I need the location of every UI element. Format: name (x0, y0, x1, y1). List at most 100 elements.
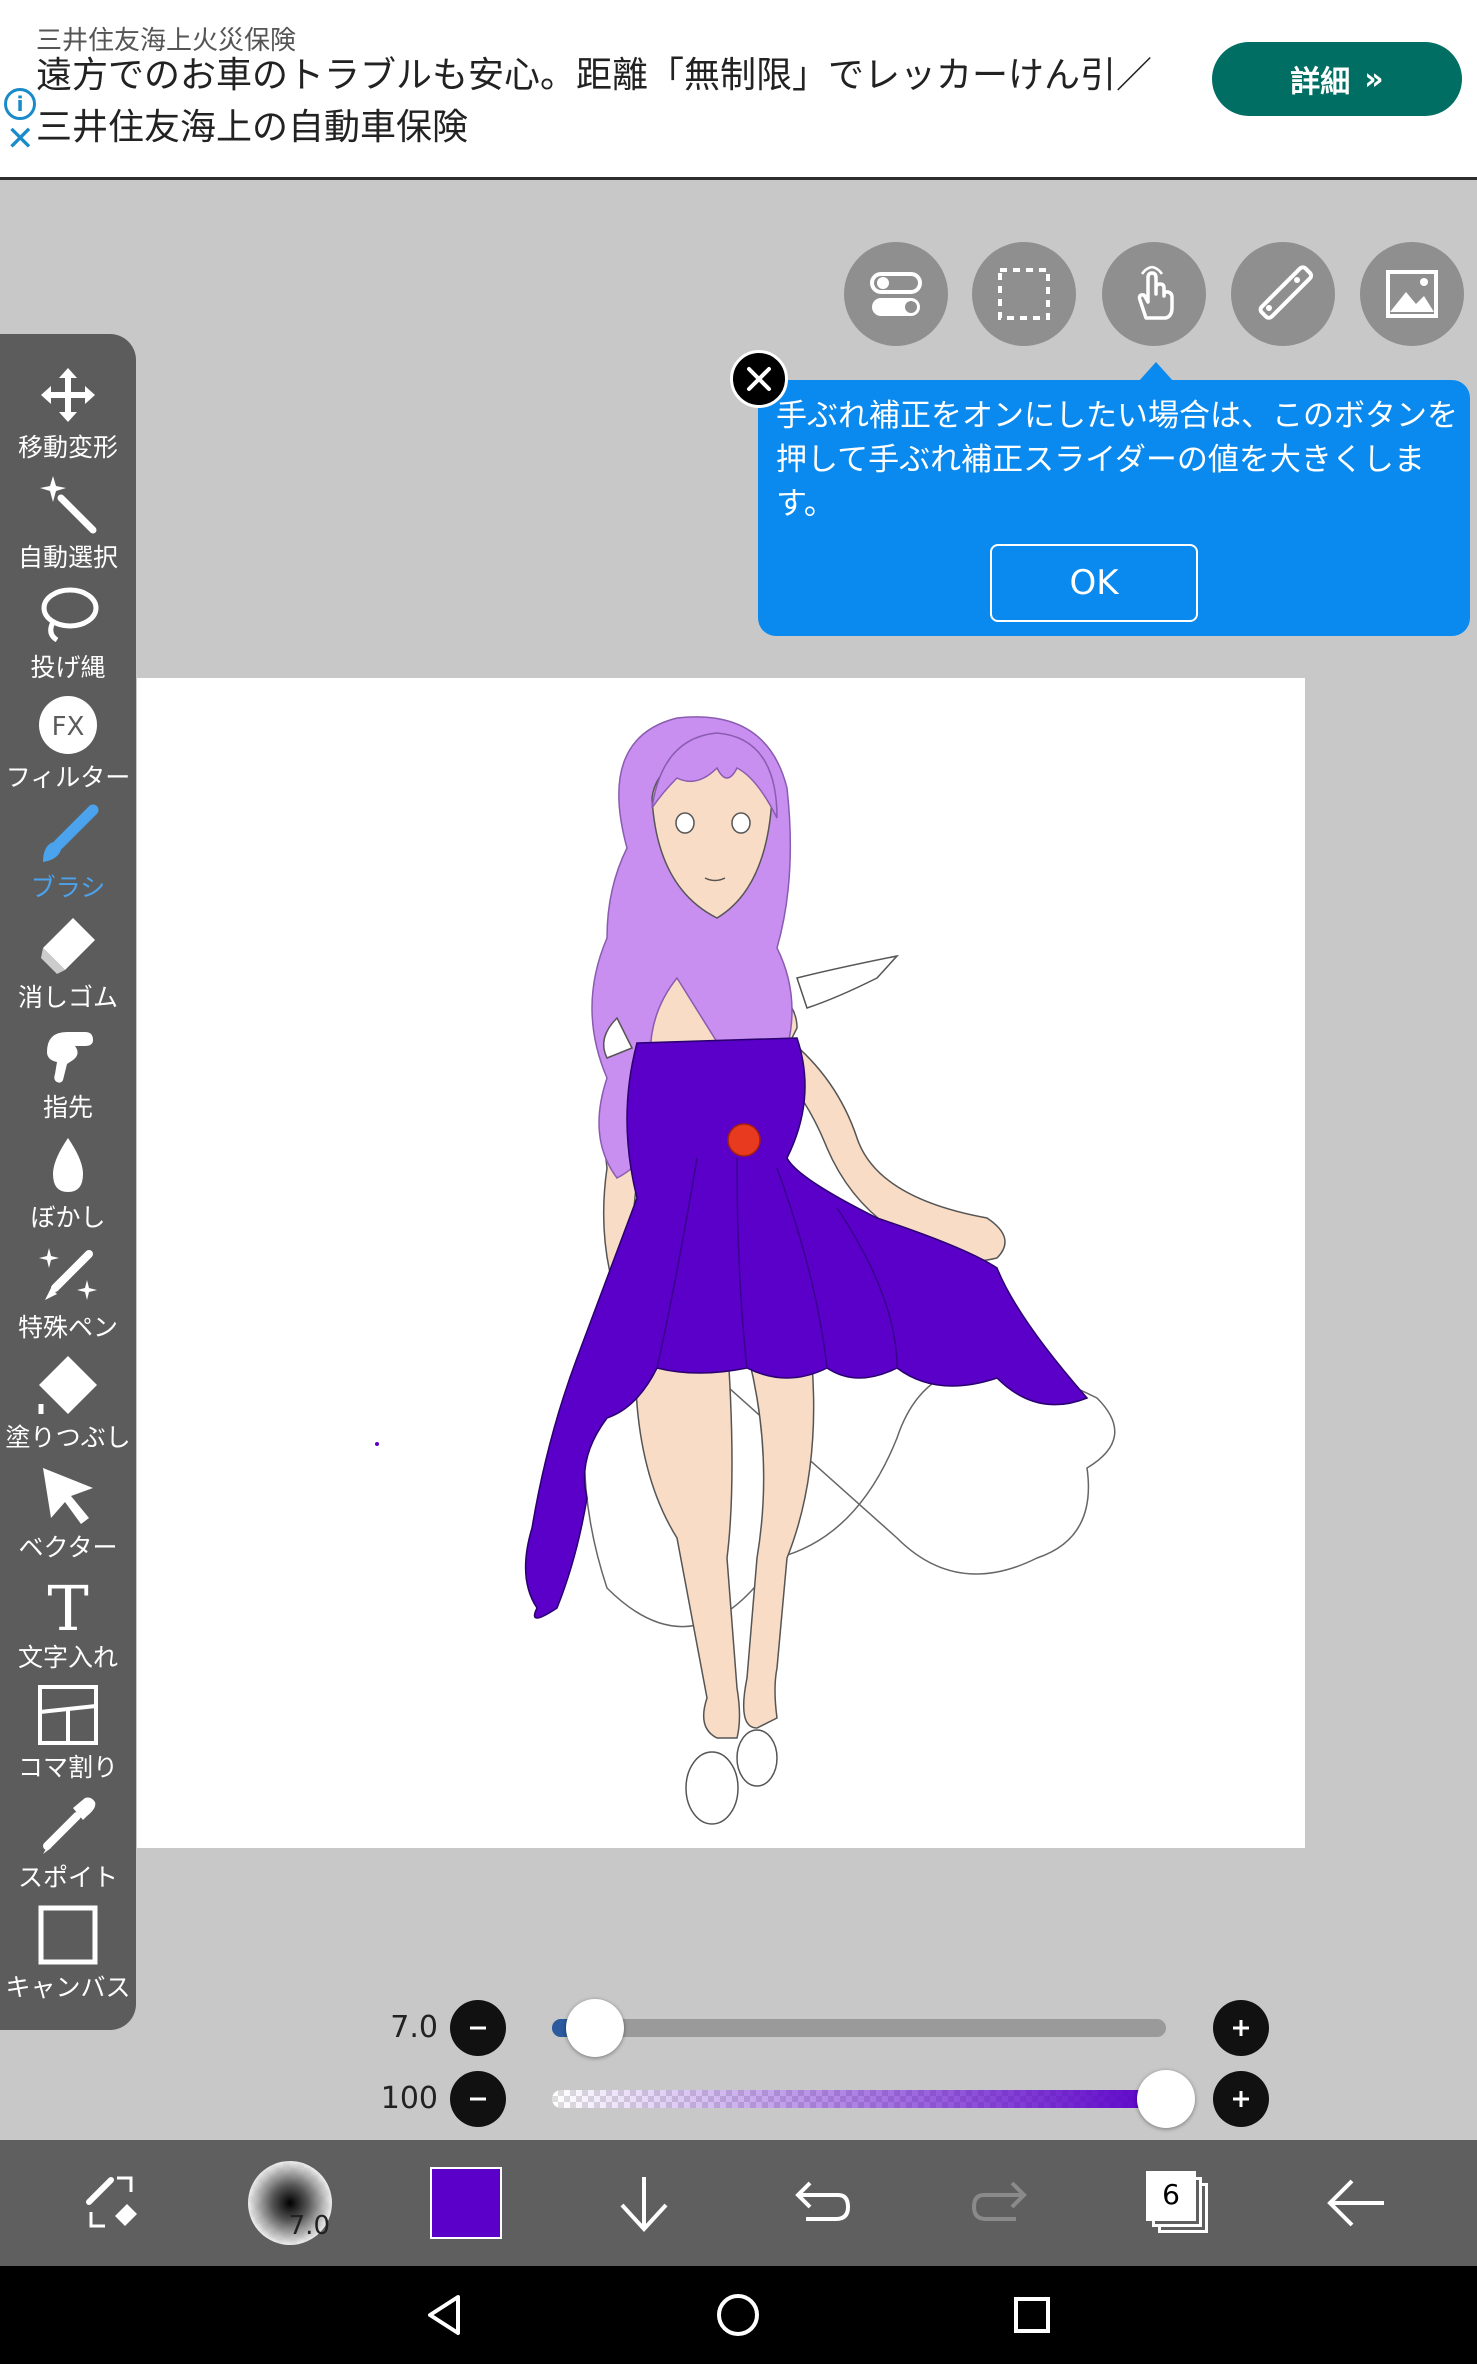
tool-filter[interactable]: FX フィルター (0, 688, 136, 798)
brush-preview-icon: 7.0 (248, 2161, 332, 2245)
drawing-canvas[interactable] (137, 678, 1305, 1848)
back-icon (1327, 2179, 1384, 2227)
circle-home-icon (717, 2294, 759, 2336)
undo-button[interactable] (762, 2140, 882, 2266)
info-icon[interactable]: i (4, 88, 36, 120)
opacity-slider[interactable] (552, 2090, 1166, 2108)
brush-size-slider[interactable] (552, 2019, 1166, 2037)
ad-banner[interactable]: 三井住友海上火災保険 遠方でのお車のトラブルも安心。距離「無制限」でレッカーけん… (0, 0, 1477, 180)
blur-icon (34, 1134, 102, 1196)
redo-button[interactable] (940, 2140, 1060, 2266)
hand-tool-button[interactable] (1102, 242, 1206, 346)
save-down-button[interactable] (584, 2140, 704, 2266)
ad-detail-button[interactable]: 詳細 » (1212, 42, 1462, 116)
tool-label: スポイト (17, 1863, 118, 1892)
nav-back-button[interactable] (384, 2266, 504, 2364)
opacity-increase-button[interactable] (1213, 2071, 1269, 2127)
tooltip-close-button[interactable] (730, 350, 788, 408)
layer-count: 6 (1146, 2171, 1196, 2221)
tool-lasso[interactable]: 投げ縄 (0, 578, 136, 688)
brush-size-knob[interactable] (565, 1999, 624, 2057)
color-button[interactable] (406, 2140, 526, 2266)
minus-icon (470, 2026, 486, 2030)
tool-finger[interactable]: 指先 (0, 1018, 136, 1128)
tool-label: 塗りつぶし (5, 1423, 131, 1452)
tool-eyedropper[interactable]: スポイト (0, 1788, 136, 1898)
double-chevron-right-icon: » (1364, 61, 1384, 97)
plus-icon (1233, 2091, 1249, 2107)
tool-fill[interactable]: 塗りつぶし (0, 1348, 136, 1458)
tool-vector[interactable]: ベクター (0, 1458, 136, 1568)
tool-label: フィルター (5, 763, 131, 792)
tool-label: キャンバス (5, 1973, 131, 2002)
close-icon[interactable]: ✕ (6, 122, 35, 156)
vector-icon (34, 1464, 102, 1526)
tool-label: ブラシ (30, 873, 106, 902)
tool-text[interactable]: T 文字入れ (0, 1568, 136, 1678)
brush-icon (34, 804, 102, 866)
brush-preview-button[interactable]: 7.0 (230, 2140, 350, 2266)
tool-special-pen[interactable]: 特殊ペン (0, 1238, 136, 1348)
tool-canvas[interactable]: キャンバス (0, 1898, 136, 2008)
swap-tool-button[interactable] (52, 2140, 172, 2266)
back-button[interactable] (1296, 2140, 1416, 2266)
brush-size-value: 7.0 (390, 2010, 438, 2045)
ruler-button[interactable] (1231, 242, 1335, 346)
tool-auto-select[interactable]: 自動選択 (0, 468, 136, 578)
tool-label: 特殊ペン (17, 1313, 118, 1342)
material-button[interactable] (1360, 242, 1464, 346)
fx-icon: FX (34, 694, 102, 756)
character-artwork (375, 716, 1116, 1825)
ad-detail-label: 詳細 (1290, 65, 1351, 100)
ad-headline[interactable]: 遠方でのお車のトラブルも安心。距離「無制限」でレッカーけん引／三井住友海上の自動… (36, 50, 1186, 154)
stabilizer-toggle-icon (870, 272, 922, 316)
ruler-icon (1258, 265, 1313, 320)
tool-frame-divider[interactable]: コマ割り (0, 1678, 136, 1788)
layers-icon: 6 (1146, 2171, 1210, 2235)
selection-icon (998, 268, 1050, 320)
opacity-fill (552, 2090, 1166, 2108)
fill-icon (34, 1354, 102, 1416)
canvas-icon (34, 1904, 102, 1966)
tool-brush[interactable]: ブラシ (0, 798, 136, 908)
stabilizer-tooltip: 手ぶれ補正をオンにしたい場合は、このボタンを押して手ぶれ補正スライダーの値を大き… (758, 362, 1470, 636)
special-pen-icon (34, 1244, 102, 1306)
size-increase-button[interactable] (1213, 2000, 1269, 2056)
plus-icon (1233, 2020, 1249, 2036)
tool-label: ぼかし (30, 1203, 106, 1232)
frame-divider-icon (34, 1684, 102, 1746)
nav-recents-button[interactable] (972, 2266, 1092, 2364)
tool-label: 消しゴム (17, 983, 118, 1012)
selection-button[interactable] (972, 242, 1076, 346)
tooltip-ok-button[interactable]: OK (990, 544, 1198, 622)
tool-eraser[interactable]: 消しゴム (0, 908, 136, 1018)
swap-tool-icon (86, 2176, 137, 2228)
svg-text:FX: FX (52, 712, 85, 742)
size-decrease-button[interactable] (450, 2000, 506, 2056)
opacity-knob[interactable] (1137, 2070, 1195, 2128)
tool-label: コマ割り (17, 1753, 118, 1782)
eyedropper-icon (34, 1794, 102, 1856)
opacity-decrease-button[interactable] (450, 2071, 506, 2127)
opacity-value: 100 (380, 2081, 438, 2116)
svg-text:T: T (47, 1574, 88, 1636)
tool-blur[interactable]: ぼかし (0, 1128, 136, 1238)
eraser-icon (34, 914, 102, 976)
stabilizer-toggle-button[interactable] (844, 242, 948, 346)
tool-move-transform[interactable]: 移動変形 (0, 358, 136, 468)
tool-label: 投げ縄 (30, 653, 106, 682)
nav-home-button[interactable] (678, 2266, 798, 2364)
tool-label: 自動選択 (17, 543, 118, 572)
color-swatch-icon (430, 2167, 502, 2239)
brush-size-label: 7.0 (288, 2211, 330, 2241)
material-icon (1386, 270, 1438, 318)
text-icon: T (34, 1574, 102, 1636)
square-recents-icon (1014, 2297, 1050, 2333)
redo-icon (971, 2181, 1027, 2221)
tooltip-arrow (1138, 362, 1174, 382)
close-icon (747, 367, 771, 391)
minus-icon (470, 2097, 486, 2101)
magic-wand-icon (34, 474, 102, 536)
layers-button[interactable]: 6 (1118, 2140, 1238, 2266)
save-down-icon (620, 2177, 668, 2232)
